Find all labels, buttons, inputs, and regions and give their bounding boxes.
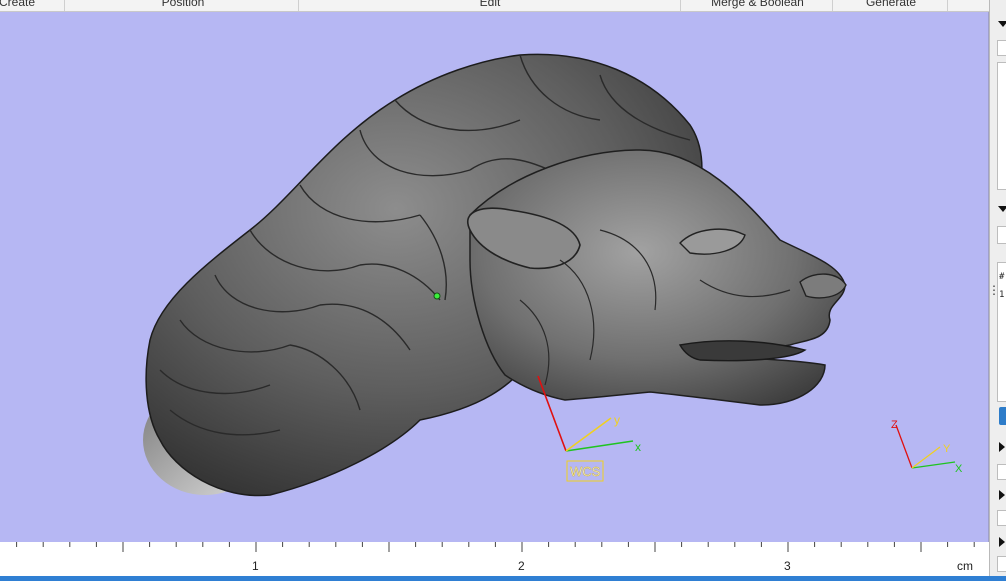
orientation-triad: Z X Y	[891, 419, 963, 475]
panel-field[interactable]	[997, 464, 1006, 480]
panel-text-line: #	[999, 272, 1005, 282]
collapse-arrow-icon[interactable]	[998, 206, 1006, 212]
menu-separator	[298, 0, 299, 11]
wcs-x-axis	[565, 440, 634, 452]
menu-create[interactable]: Create	[0, 0, 42, 10]
triad-z-label: Z	[891, 419, 898, 431]
menu-separator	[64, 0, 65, 11]
wcs-x-label: x	[635, 440, 641, 454]
menu-separator	[832, 0, 833, 11]
menu-edit[interactable]: Edit	[440, 0, 540, 10]
collapse-arrow-icon[interactable]	[998, 21, 1006, 27]
menu-separator	[680, 0, 681, 11]
expand-arrow-icon[interactable]	[999, 442, 1005, 452]
menu-merge-boolean[interactable]: Merge & Boolean	[695, 0, 820, 10]
panel-list[interactable]	[997, 62, 1006, 190]
panel-field[interactable]	[997, 556, 1006, 572]
splitter-handle-icon[interactable]: ⋮	[988, 283, 1000, 297]
ruler: 1 2 3 cm	[0, 542, 988, 576]
panel-field[interactable]	[997, 510, 1006, 526]
triad-x-label: X	[955, 463, 963, 475]
panel-field[interactable]	[997, 40, 1006, 56]
side-panel: # 1 ⋮	[988, 0, 1006, 576]
ruler-label-2: 2	[518, 559, 525, 573]
menu-position[interactable]: Position	[130, 0, 236, 10]
lion-head-model[interactable]	[143, 53, 847, 497]
menu-separator	[947, 0, 948, 11]
menu-generate[interactable]: Generate	[845, 0, 937, 10]
status-strip	[0, 576, 1006, 581]
expand-arrow-icon[interactable]	[999, 537, 1005, 547]
ruler-unit: cm	[957, 559, 973, 573]
wcs-label: WCS	[570, 464, 601, 479]
3d-viewport[interactable]: x y WCS Z X Y	[0, 12, 989, 542]
expand-arrow-icon[interactable]	[999, 490, 1005, 500]
ruler-label-3: 3	[784, 559, 791, 573]
ruler-label-1: 1	[252, 559, 259, 573]
wcs-y-label: y	[614, 413, 620, 427]
cube-icon[interactable]	[999, 407, 1006, 425]
ruler-ticks	[16, 542, 975, 552]
triad-y-label: Y	[943, 443, 951, 455]
viewport-canvas[interactable]: x y WCS Z X Y	[0, 12, 988, 542]
triad-z-axis	[895, 424, 913, 469]
panel-field[interactable]	[997, 226, 1006, 244]
lion-face	[469, 149, 846, 406]
pivot-point-icon[interactable]	[433, 292, 441, 300]
menu-bar: Create Position Edit Merge & Boolean Gen…	[0, 0, 990, 12]
